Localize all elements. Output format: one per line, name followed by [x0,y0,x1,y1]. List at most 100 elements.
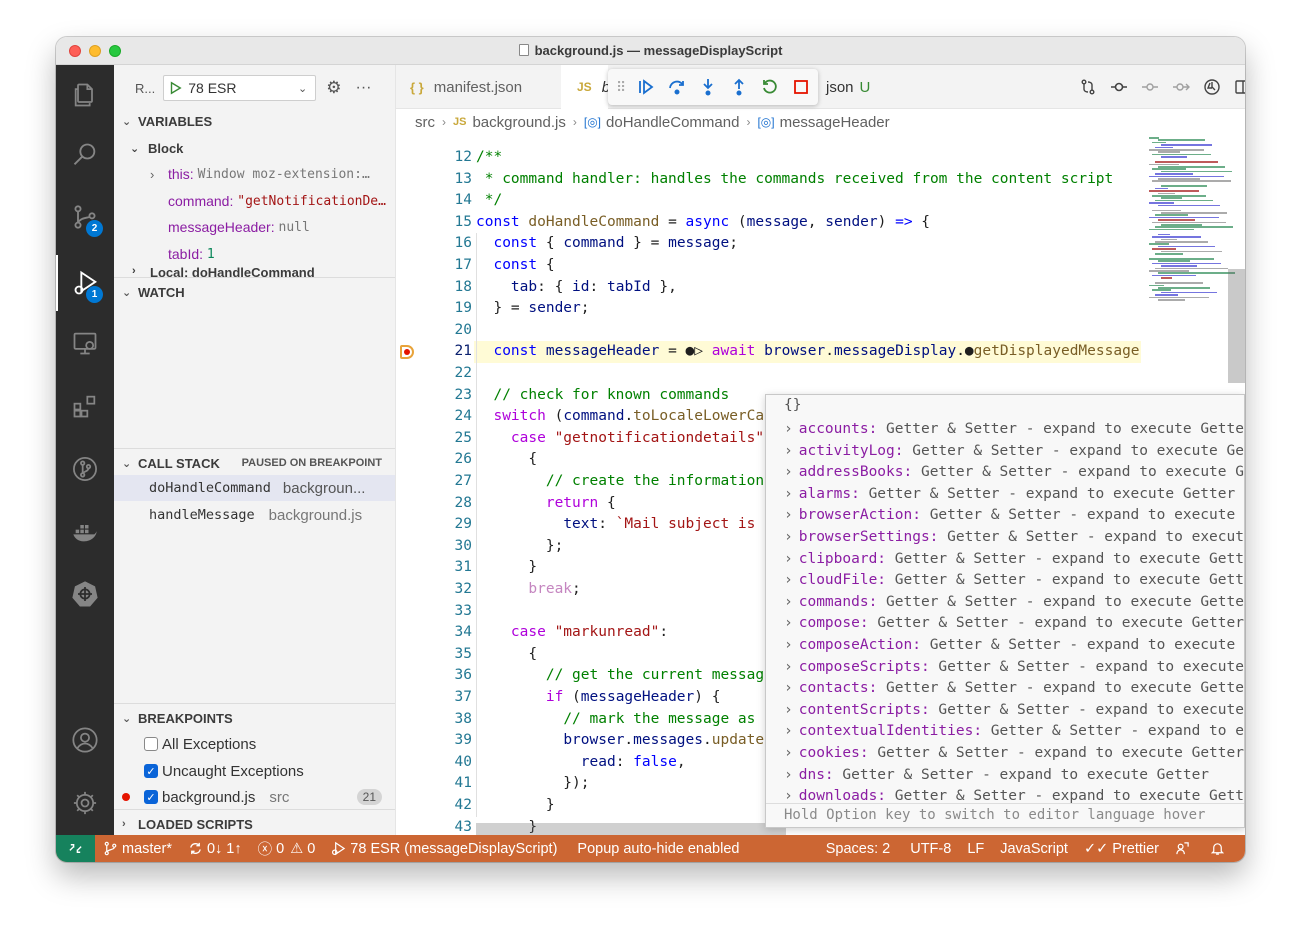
scope-local[interactable]: › Local: doHandleCommand [114,265,395,277]
code-line[interactable]: 13 * command handler: handles the comman… [396,169,1141,191]
code-line-current[interactable]: 21 const messageHeader = ●▷ await browse… [400,341,1141,363]
hover-property-row[interactable]: › composeAction: Getter & Setter - expand… [766,635,1244,657]
hover-property-row[interactable]: › addressBooks: Getter & Setter - expand … [766,462,1244,484]
horizontal-scrollbar-thumb[interactable] [476,823,786,835]
tab-json-untracked[interactable]: json U [818,65,908,109]
prettier-status[interactable]: ✓✓ Prettier [1076,841,1167,857]
code-line[interactable]: 16 const { command } = message; [396,233,1141,255]
debug-session-status[interactable]: 78 ESR (messageDisplayScript) [323,841,565,857]
search-icon[interactable] [56,127,114,183]
run-debug-icon[interactable]: 1 [56,255,114,311]
previous-change-icon[interactable] [1134,75,1165,99]
hover-property-row[interactable]: › contextualIdentities: Getter & Setter -… [766,721,1244,743]
docker-icon[interactable] [56,504,114,560]
remote-indicator-icon[interactable] [56,835,95,862]
breakpoint-item[interactable]: All Exceptions [114,731,395,757]
breakpoints-section-header[interactable]: ⌄ BREAKPOINTS [114,707,395,729]
code-line[interactable]: 14 */ [396,190,1141,212]
restart-button[interactable] [754,72,785,102]
code-line[interactable]: 12/** [396,147,1141,169]
launch-config-select[interactable]: 78 ESR ⌄ [163,75,317,101]
breakpoint-checkbox[interactable] [144,737,158,751]
callstack-frame[interactable]: doHandleCommand backgroun... [114,475,395,501]
next-change-icon[interactable] [1165,75,1196,99]
breadcrumb-folder[interactable]: src [415,114,435,131]
hover-property-row[interactable]: › contacts: Getter & Setter - expand to e… [766,678,1244,700]
variable-row[interactable]: tabId: 1 [114,241,395,267]
hover-property-row[interactable]: › clipboard: Getter & Setter - expand to … [766,549,1244,571]
explorer-icon[interactable] [56,67,114,123]
scrollbar-thumb[interactable] [1228,269,1245,383]
extensions-icon[interactable] [56,378,114,434]
hover-property-row[interactable]: › composeScripts: Getter & Setter - expan… [766,657,1244,679]
more-actions-icon[interactable]: ··· [355,79,371,97]
drag-handle-icon[interactable]: ⠿ [616,79,630,96]
scope-block[interactable]: ⌄ Block [114,135,395,161]
hover-property-row[interactable]: › accounts: Getter & Setter - expand to e… [766,419,1244,441]
breakpoint-checkbox[interactable]: ✓ [144,790,158,804]
watch-section-header[interactable]: ⌄ WATCH [114,281,395,303]
code-line[interactable]: 17 const { [396,255,1141,277]
variable-row[interactable]: › this: Window moz-extension:… [114,161,395,187]
breakpoint-checkbox[interactable]: ✓ [144,764,158,778]
breadcrumb-symbol[interactable]: messageHeader [780,114,890,131]
debug-hover-widget[interactable]: {} › accounts: Getter & Setter - expand t… [765,394,1245,828]
split-editor-icon[interactable] [1227,75,1245,99]
chevron-right-icon: › [132,265,136,277]
language-mode-status[interactable]: JavaScript [992,841,1076,857]
variable-row[interactable]: messageHeader: null [114,214,395,240]
breakpoint-item[interactable]: ✓ Uncaught Exceptions [114,758,395,784]
code-line[interactable]: 15 const doHandleCommand = async (message… [396,212,1141,234]
compare-changes-icon[interactable] [1072,75,1103,99]
variables-section-header[interactable]: ⌄ VARIABLES [114,110,395,132]
encoding-status[interactable]: UTF-8 [902,841,959,857]
sync-status[interactable]: 0↓ 1↑ [180,841,250,857]
callstack-section-header[interactable]: ⌄ CALL STACK PAUSED ON BREAKPOINT [114,452,395,474]
stop-button[interactable] [785,72,816,102]
code-line[interactable]: 19 } = sender; [396,298,1141,320]
source-control-icon[interactable]: 2 [56,189,114,245]
indentation-status[interactable]: Spaces: 2 [818,841,899,857]
hover-property-row[interactable]: › cookies: Getter & Setter - expand to ex… [766,743,1244,765]
step-out-button[interactable] [723,72,754,102]
hover-property-row[interactable]: › contentScripts: Getter & Setter - expan… [766,700,1244,722]
timeline-icon[interactable] [1196,75,1227,99]
git-graph-icon[interactable] [56,441,114,497]
account-icon[interactable] [56,712,114,768]
code-line[interactable]: 18 tab: { id: tabId }, [396,277,1141,299]
code-line[interactable]: 22 [396,363,1141,385]
gear-icon[interactable]: ⚙ [326,78,341,98]
start-debugging-icon[interactable] [168,81,182,95]
hover-property-row[interactable]: › cloudFile: Getter & Setter - expand to … [766,570,1244,592]
git-commit-icon[interactable] [1103,75,1134,99]
breakpoint-item[interactable]: ✓ background.js src 21 [114,784,395,810]
eol-status[interactable]: LF [959,841,992,857]
hover-property-row[interactable]: › compose: Getter & Setter - expand to ex… [766,613,1244,635]
tab-background-js[interactable]: JS b [561,65,610,109]
hover-property-row[interactable]: › browserSettings: Getter & Setter - expa… [766,527,1244,549]
kubernetes-icon[interactable] [56,566,114,622]
hover-property-row[interactable]: › dns: Getter & Setter - expand to execut… [766,765,1244,787]
popup-status[interactable]: Popup auto-hide enabled [569,841,747,857]
notifications-bell-icon[interactable] [1202,841,1237,856]
hover-property-row[interactable]: › commands: Getter & Setter - expand to e… [766,592,1244,614]
code-line[interactable]: 20 [396,320,1141,342]
hover-property-row[interactable]: › alarms: Getter & Setter - expand to exe… [766,484,1244,506]
remote-explorer-icon[interactable] [56,315,114,371]
settings-gear-icon[interactable] [56,775,114,831]
hover-property-row[interactable]: › activityLog: Getter & Setter - expand t… [766,441,1244,463]
loaded-scripts-section-header[interactable]: › LOADED SCRIPTS [114,813,395,835]
problems-status[interactable]: ⓧ 0 ⚠ 0 [250,838,324,859]
step-into-button[interactable] [692,72,723,102]
step-over-button[interactable] [661,72,692,102]
breadcrumb-symbol[interactable]: doHandleCommand [606,114,739,131]
breadcrumb-file[interactable]: background.js [472,114,565,131]
branch-status[interactable]: master* [95,841,180,857]
callstack-frame[interactable]: handleMessage background.js [114,502,395,528]
line-number: 14 [454,192,472,209]
feedback-icon[interactable] [1167,841,1202,856]
tab-manifest-json[interactable]: { } manifest.json [396,65,561,109]
continue-button[interactable] [630,72,661,102]
variable-row[interactable]: command: "getNotificationDe… [114,188,395,214]
hover-property-row[interactable]: › browserAction: Getter & Setter - expand… [766,505,1244,527]
